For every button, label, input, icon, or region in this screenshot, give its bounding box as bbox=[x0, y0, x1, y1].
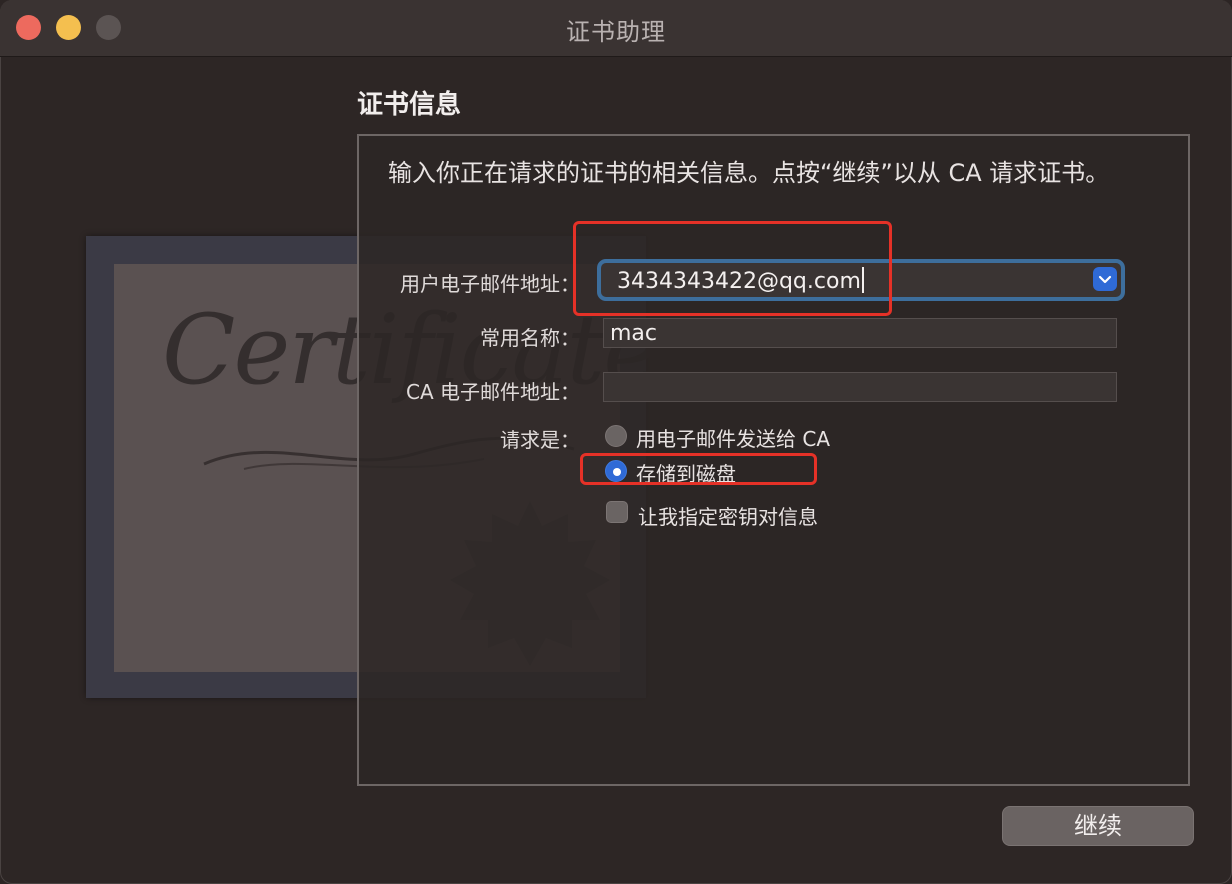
chevron-down-icon[interactable] bbox=[1093, 267, 1117, 291]
ca-email-field[interactable] bbox=[603, 372, 1117, 402]
titlebar: 证书助理 bbox=[0, 0, 1232, 57]
continue-button[interactable]: 继续 bbox=[1002, 806, 1194, 846]
intro-text: 输入你正在请求的证书的相关信息。点按“继续”以从 CA 请求证书。 bbox=[388, 159, 1110, 187]
highlight-email bbox=[573, 221, 892, 316]
ca-email-label: CA 电子邮件地址： bbox=[405, 380, 580, 404]
radio-email-to-ca[interactable] bbox=[605, 425, 627, 447]
email-label: 用户电子邮件地址： bbox=[400, 272, 580, 296]
common-name-label: 常用名称： bbox=[480, 326, 580, 350]
section-title: 证书信息 bbox=[357, 90, 462, 120]
key-pair-info-label[interactable]: 让我指定密钥对信息 bbox=[638, 501, 818, 530]
highlight-save-to-disk bbox=[580, 453, 817, 485]
option-email-to-ca-label[interactable]: 用电子邮件发送给 CA bbox=[636, 423, 830, 452]
checkbox-icon[interactable] bbox=[606, 501, 628, 523]
request-label: 请求是： bbox=[500, 428, 580, 452]
certificate-assistant-window: 证书助理 Certificate 证书信息 输入你正在请求的证书的相关信息。点按… bbox=[0, 0, 1232, 884]
common-name-field[interactable]: mac bbox=[603, 318, 1117, 348]
window-title: 证书助理 bbox=[566, 18, 666, 46]
